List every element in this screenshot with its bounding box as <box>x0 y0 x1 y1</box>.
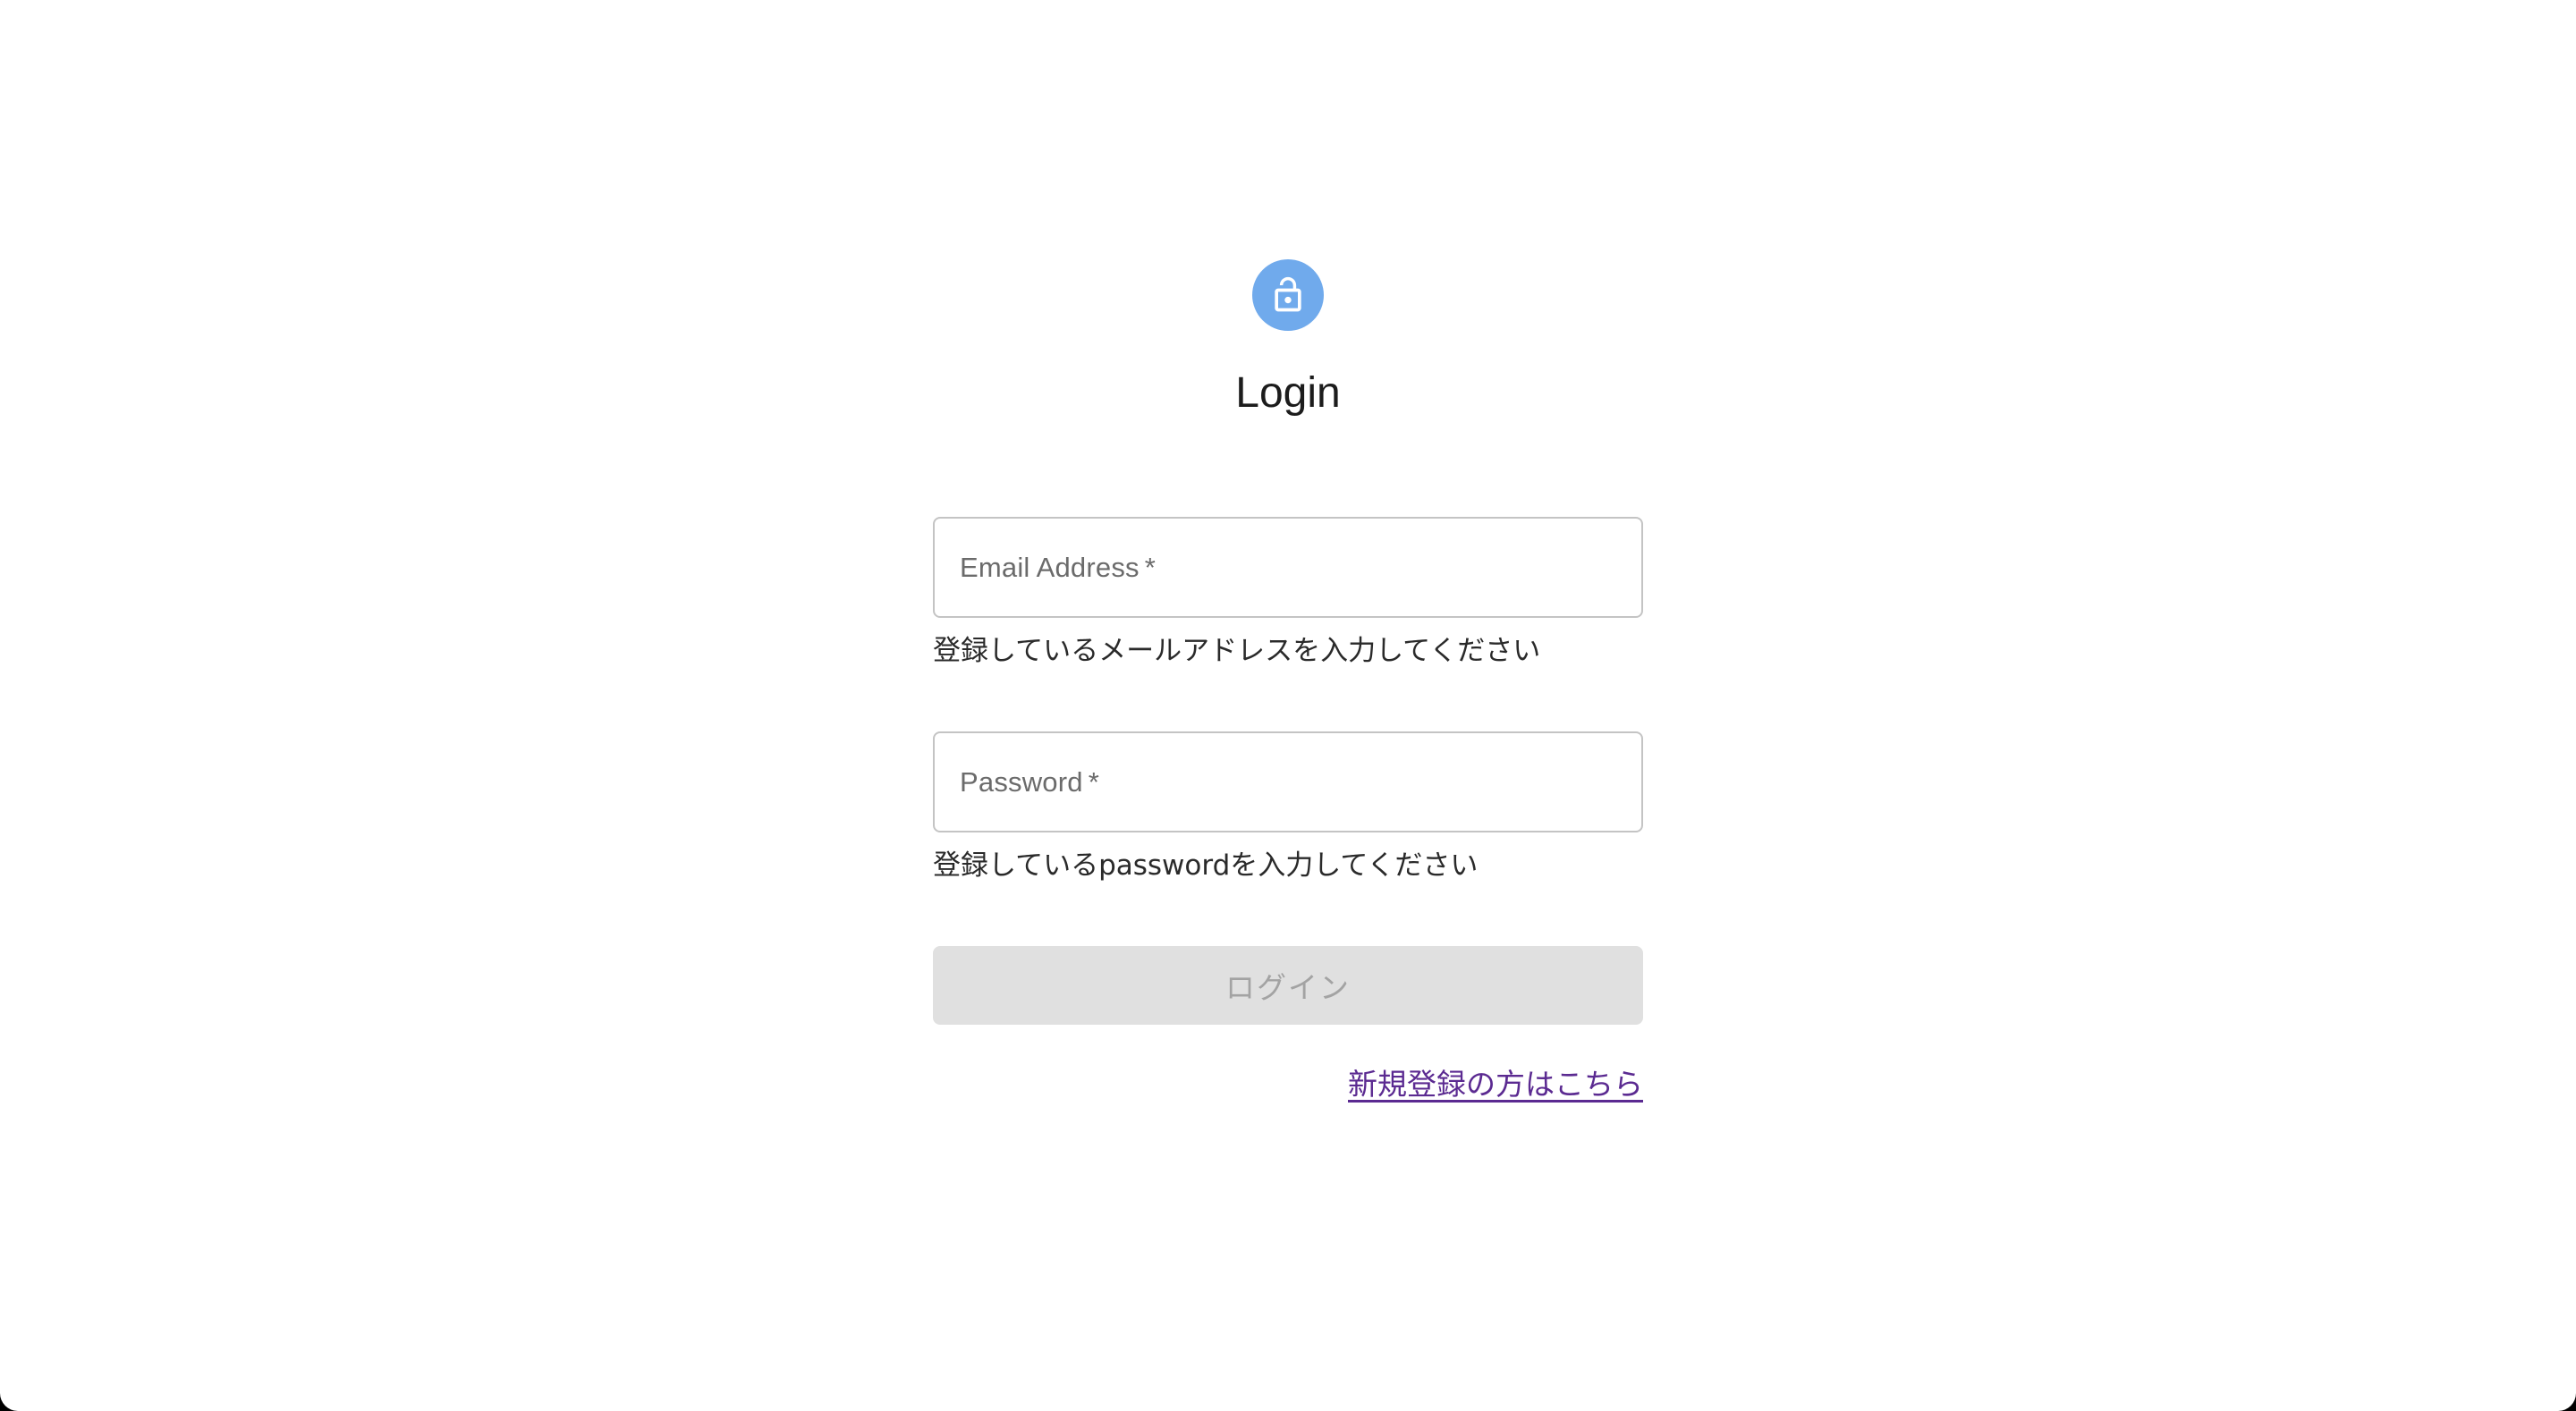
email-helper-text: 登録しているメールアドレスを入力してください <box>933 635 1541 667</box>
app-window: Login Email Address * 登録しているメールアドレスを入力して… <box>0 0 2576 1411</box>
lock-avatar <box>1252 259 1324 331</box>
password-field[interactable]: Password * <box>933 731 1643 832</box>
login-button[interactable]: ログイン <box>933 946 1643 1025</box>
email-field[interactable]: Email Address * <box>933 517 1643 618</box>
page-title: Login <box>1235 369 1341 417</box>
email-required-mark: * <box>1144 551 1156 583</box>
password-required-mark: * <box>1088 765 1099 798</box>
signup-link[interactable]: 新規登録の方はこちら <box>1348 1064 1643 1105</box>
password-helper-text: 登録しているpasswordを入力してください <box>933 849 1479 882</box>
lock-open-icon <box>1268 275 1308 315</box>
password-field-label: Password <box>960 765 1083 798</box>
email-field-label: Email Address <box>960 551 1140 583</box>
